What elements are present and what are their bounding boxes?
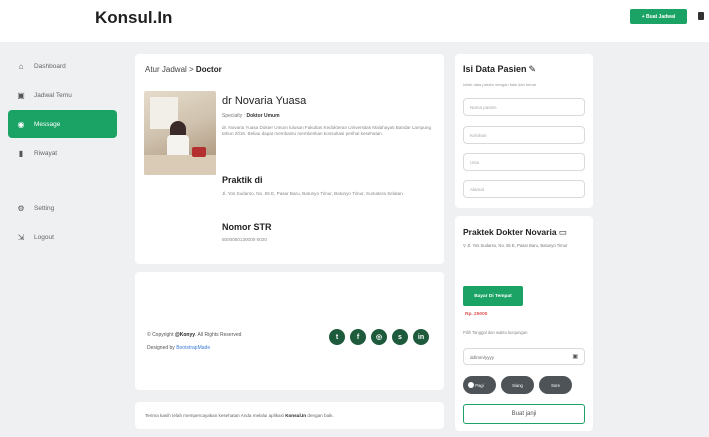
pick-date-label: Pilih Tanggal dan waktu kunjungan [463, 330, 528, 335]
price: Rp. 25000 [465, 312, 488, 317]
copyright-suffix: . All Rights Reserved [195, 332, 242, 338]
designed-by: Designed by BootstrapMade [147, 345, 210, 351]
sidebar-item-label: Message [34, 120, 61, 128]
sidebar-item-setting[interactable]: ⚙ Setting [8, 195, 117, 221]
footer-card: © Copyright @Konyy. All Rights Reserved … [135, 272, 444, 390]
complaint-field[interactable]: Keluhan [463, 126, 585, 144]
patient-form-title-text: Isi Data Pasien [463, 64, 527, 74]
sidebar-item-jadwal-temu[interactable]: ▣ Jadwal Temu [8, 82, 117, 108]
time-option-siang[interactable]: Siang [501, 376, 534, 394]
time-option-label: Sore [551, 382, 560, 388]
doctor-name: dr Novaria Yuasa [222, 95, 307, 107]
specialty-label: Specialty : [222, 113, 246, 119]
patient-form-title: Isi Data Pasien ✎ [463, 64, 536, 75]
social-links: t f ◎ s in [329, 329, 429, 345]
top-bar: Konsul.In + Buat Jadwal [0, 0, 709, 42]
bookmark-icon[interactable] [698, 12, 704, 20]
sidebar: ⌂ Dashboard ▣ Jadwal Temu ◉ Message ▮ Ri… [0, 42, 126, 437]
breadcrumb-link[interactable]: Atur Jadwal [145, 65, 187, 74]
book-appointment-button[interactable]: Buat janji [463, 404, 585, 424]
sidebar-item-logout[interactable]: ⇲ Logout [8, 224, 117, 250]
practice-address-text: Jl. Yos Sudarso, No. 55 E, Pasar Baru, B… [467, 243, 568, 248]
twitter-icon[interactable]: t [329, 329, 345, 345]
designed-link[interactable]: BootstrapMade [176, 345, 210, 351]
sidebar-item-riwayat[interactable]: ▮ Riwayat [8, 140, 117, 166]
calendar-icon: ▣ [17, 90, 25, 100]
pay-on-site-button[interactable]: Bayar Di Tempat [463, 286, 523, 306]
calendar-icon[interactable]: ▣ [572, 353, 578, 360]
patient-name-field[interactable]: Nama pasien [463, 98, 585, 116]
brand-logo[interactable]: Konsul.In [95, 8, 172, 28]
copyright-text: © Copyright @Konyy. All Rights Reserved [147, 332, 241, 338]
str-value: 5000050130000-0020 [222, 237, 267, 242]
time-option-sore[interactable]: Sore [539, 376, 572, 394]
specialty-value: Doktor Umum [246, 113, 280, 119]
doctor-specialty: Specialty : Doktor Umum [222, 113, 280, 119]
note-brand: Konsul.In [285, 413, 307, 418]
designed-prefix: Designed by [147, 345, 175, 351]
time-option-pagi[interactable]: Pagi [463, 376, 496, 394]
create-schedule-button[interactable]: + Buat Jadwal [630, 9, 687, 24]
facebook-icon[interactable]: f [350, 329, 366, 345]
doctor-profile-card: Atur Jadwal > Doctor dr Novaria Yuasa Sp… [135, 54, 444, 264]
practice-card: Praktek Dokter Novaria ▭ ⚲ Jl. Yos Sudar… [455, 216, 593, 431]
breadcrumb-current: Doctor [195, 65, 222, 74]
practice-title-text: Praktek Dokter Novaria [463, 227, 557, 237]
copyright-prefix: © Copyright [147, 332, 174, 338]
pencil-icon: ✎ [528, 64, 537, 74]
date-input[interactable]: dd/mm/yyyy ▣ [463, 348, 585, 365]
note-text: Terima kasih telah mempercayakan kesehat… [145, 413, 284, 418]
sidebar-item-label: Logout [34, 233, 54, 241]
home-icon: ⌂ [18, 61, 24, 71]
praktik-address: Jl. Yos Sudarso, No. 55 E, Pasar Baru, B… [222, 191, 403, 196]
patient-form-subtitle: Isilah data pasien dengan baik dan benar [463, 82, 537, 87]
sidebar-item-label: Dashboard [34, 62, 66, 70]
sidebar-item-label: Jadwal Temu [34, 91, 72, 99]
address-field[interactable]: Alamat [463, 180, 585, 198]
linkedin-icon[interactable]: in [413, 329, 429, 345]
doctor-description: dr. Novaria Yuasa Dokter Umum lulusan Fa… [222, 125, 432, 137]
skype-icon[interactable]: s [392, 329, 408, 345]
thank-you-note: Terima kasih telah mempercayakan kesehat… [145, 413, 334, 418]
bookmark-icon: ▮ [18, 148, 24, 158]
clipboard-icon: ▭ [558, 227, 567, 237]
sidebar-item-message[interactable]: ◉ Message [8, 110, 117, 138]
time-option-label: Siang [512, 382, 523, 388]
thank-you-card: Terima kasih telah mempercayakan kesehat… [135, 402, 444, 429]
practice-title: Praktek Dokter Novaria ▭ [463, 227, 567, 238]
praktik-title: Praktik di [222, 175, 263, 185]
instagram-icon[interactable]: ◎ [371, 329, 387, 345]
patient-form-card: Isi Data Pasien ✎ Isilah data pasien deng… [455, 54, 593, 208]
logout-icon: ⇲ [17, 232, 25, 242]
copyright-brand: @Konyy [174, 332, 196, 338]
doctor-photo [144, 91, 216, 175]
breadcrumb: Atur Jadwal > Doctor [145, 65, 222, 74]
message-icon: ◉ [17, 119, 25, 129]
practice-address: ⚲ Jl. Yos Sudarso, No. 55 E, Pasar Baru,… [463, 243, 585, 249]
breadcrumb-separator: > [186, 65, 196, 74]
radio-icon [468, 382, 474, 388]
str-title: Nomor STR [222, 222, 272, 232]
date-placeholder: dd/mm/yyyy [470, 355, 495, 360]
sidebar-item-dashboard[interactable]: ⌂ Dashboard [8, 53, 117, 79]
gear-icon: ⚙ [17, 203, 25, 213]
sidebar-item-label: Setting [34, 204, 55, 212]
note-text-end: dengan baik. [307, 413, 334, 418]
sidebar-item-label: Riwayat [34, 149, 58, 157]
age-field[interactable]: Usia [463, 153, 585, 171]
time-options: Pagi Siang Sore [463, 376, 572, 394]
time-option-label: Pagi [475, 382, 484, 388]
